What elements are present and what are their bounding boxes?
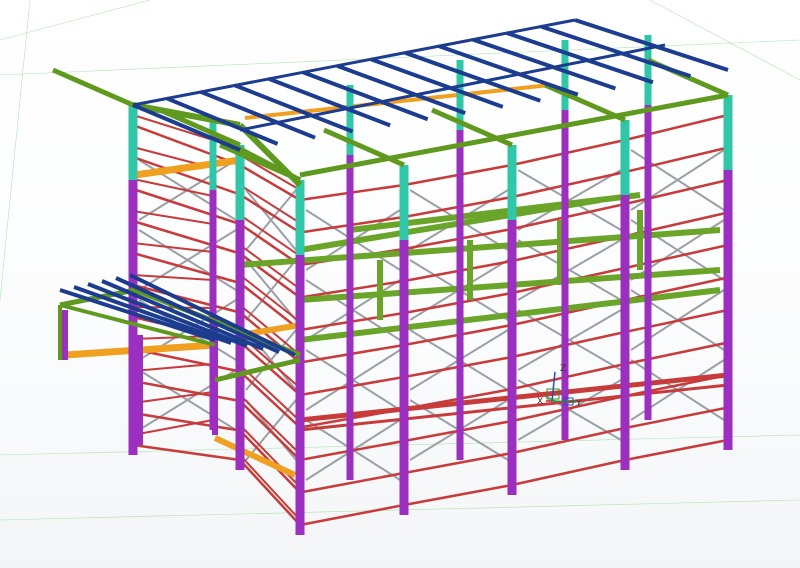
3d-model-view[interactable]: Z X Y (0, 0, 800, 568)
model-viewport[interactable]: Z X Y (0, 0, 800, 568)
grid-line (0, 0, 31, 301)
girt (511, 458, 626, 487)
girt (624, 341, 729, 366)
girt (239, 193, 301, 234)
girt (624, 113, 729, 142)
girt (299, 503, 405, 527)
purlin (200, 90, 316, 140)
purlin (132, 103, 241, 152)
x-axis-label: X (537, 397, 543, 407)
girt (239, 394, 301, 455)
z-axis-label: Z (560, 364, 566, 374)
girt (624, 308, 729, 334)
girt (132, 274, 214, 281)
girt (403, 483, 513, 507)
girt (624, 146, 729, 174)
girt (132, 379, 241, 403)
girt (239, 459, 301, 526)
grid-line (0, 0, 151, 41)
girt (132, 391, 214, 404)
girt (624, 438, 729, 462)
girt (132, 210, 214, 225)
bracing-members (138, 149, 725, 481)
girt (132, 443, 241, 462)
y-axis-label: Y (575, 399, 582, 409)
girt (132, 419, 214, 436)
girt (624, 406, 729, 430)
girt (132, 363, 214, 372)
rafter (51, 67, 135, 108)
girt (624, 178, 729, 206)
